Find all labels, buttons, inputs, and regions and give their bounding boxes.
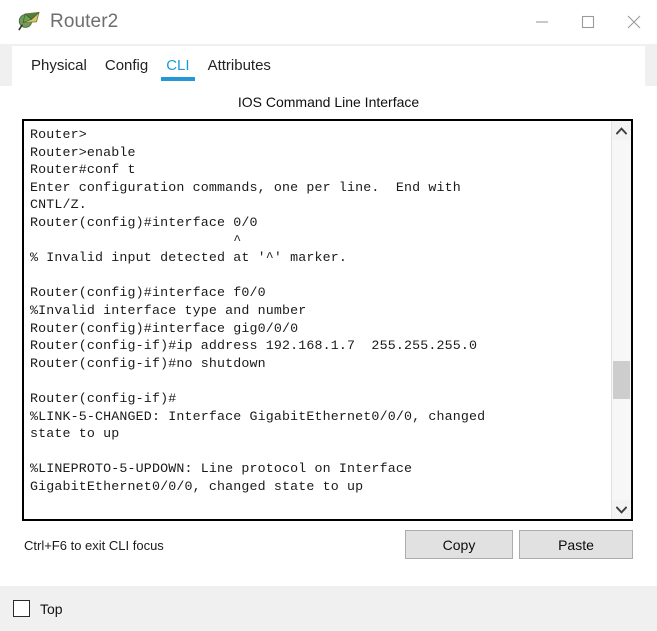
cli-output-text[interactable]: Router> Router>enable Router#conf t Ente… bbox=[24, 121, 611, 519]
tab-attributes[interactable]: Attributes bbox=[199, 47, 280, 85]
tab-config[interactable]: Config bbox=[96, 47, 157, 85]
tab-physical[interactable]: Physical bbox=[22, 47, 96, 85]
scrollbar-thumb[interactable] bbox=[613, 361, 630, 399]
tab-cli[interactable]: CLI bbox=[157, 47, 198, 85]
minimize-icon[interactable] bbox=[519, 0, 565, 44]
paste-button[interactable]: Paste bbox=[519, 530, 633, 559]
window-title: Router2 bbox=[50, 11, 119, 32]
close-icon[interactable] bbox=[611, 0, 657, 44]
copy-button[interactable]: Copy bbox=[405, 530, 513, 559]
chevron-up-icon[interactable] bbox=[612, 121, 631, 140]
window-controls bbox=[519, 0, 657, 44]
bottom-bar: Top bbox=[0, 586, 657, 631]
maximize-icon[interactable] bbox=[565, 0, 611, 44]
scrollbar-track[interactable] bbox=[612, 140, 631, 500]
tabstrip: Physical Config CLI Attributes bbox=[0, 44, 657, 86]
cli-terminal[interactable]: Router> Router>enable Router#conf t Ente… bbox=[22, 119, 633, 521]
window-titlebar: Router2 bbox=[0, 0, 657, 44]
packet-tracer-router-icon bbox=[16, 9, 42, 35]
cli-scrollbar[interactable] bbox=[611, 121, 631, 519]
top-checkbox-label: Top bbox=[40, 600, 63, 617]
top-checkbox[interactable] bbox=[13, 600, 30, 617]
tab-list: Physical Config CLI Attributes bbox=[12, 46, 645, 86]
cli-heading: IOS Command Line Interface bbox=[237, 94, 420, 110]
cli-panel: IOS Command Line Interface Router> Route… bbox=[12, 86, 645, 586]
cli-focus-hint: Ctrl+F6 to exit CLI focus bbox=[24, 538, 164, 553]
chevron-down-icon[interactable] bbox=[612, 500, 631, 519]
